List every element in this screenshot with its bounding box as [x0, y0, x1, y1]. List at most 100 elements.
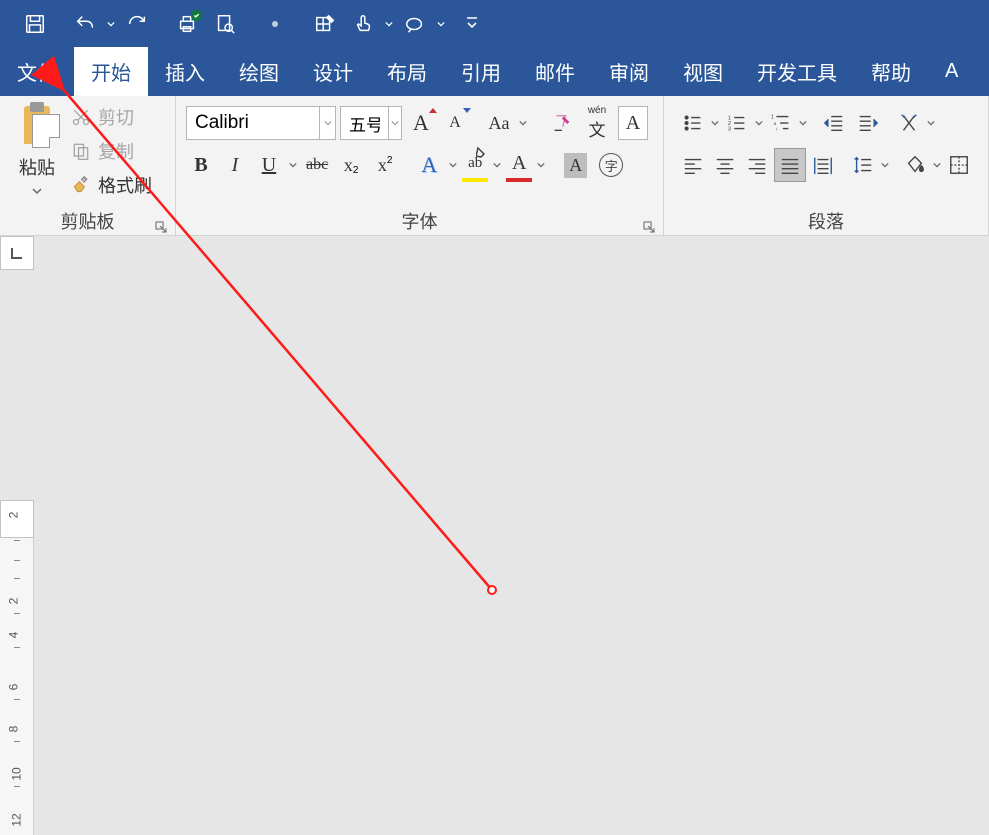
bullets-dropdown[interactable] [710, 119, 720, 127]
line-spacing-dropdown[interactable] [880, 161, 890, 169]
tab-extra[interactable]: A [928, 47, 960, 96]
tab-insert[interactable]: 插入 [148, 47, 222, 96]
paste-label: 粘贴 [19, 154, 55, 180]
scissors-icon [70, 106, 92, 128]
font-color-dropdown[interactable] [536, 161, 546, 169]
font-color-button[interactable]: A [506, 148, 532, 182]
subscript-button[interactable]: x2 [336, 148, 366, 182]
decrease-indent-button[interactable] [818, 106, 850, 140]
draw-table-button[interactable] [308, 7, 342, 41]
strikethrough-button[interactable]: abc [302, 148, 332, 182]
shading-button[interactable] [900, 148, 930, 182]
text-effects-button[interactable]: A [414, 148, 444, 182]
svg-text:i: i [776, 126, 777, 131]
svg-text:1: 1 [771, 114, 774, 120]
line-spacing-button[interactable] [848, 148, 878, 182]
increase-indent-button[interactable] [852, 106, 884, 140]
copy-button[interactable]: 复制 [70, 138, 152, 164]
tab-file[interactable]: 文件 [0, 47, 74, 96]
shrink-font-button[interactable]: A [440, 106, 470, 140]
distributed-button[interactable] [808, 148, 838, 182]
asian-layout-button[interactable] [894, 106, 924, 140]
ribbon: 粘贴 剪切 复制 格式刷 剪贴板 [0, 96, 989, 236]
align-center-button[interactable] [710, 148, 740, 182]
tab-draw[interactable]: 绘图 [222, 47, 296, 96]
format-painter-button[interactable]: 格式刷 [70, 172, 152, 198]
clipboard-launcher[interactable] [155, 217, 169, 231]
quick-print-button[interactable] [170, 7, 204, 41]
group-font-label: 字体 [402, 208, 438, 234]
ribbon-tabs: 文件 开始 插入 绘图 设计 布局 引用 邮件 审阅 视图 开发工具 帮助 A [0, 47, 989, 96]
tab-layout[interactable]: 布局 [370, 47, 444, 96]
font-name-combo[interactable] [186, 106, 336, 140]
tab-design[interactable]: 设计 [296, 47, 370, 96]
phonetic-guide-button[interactable]: wén 文 [580, 106, 614, 140]
multilevel-dropdown[interactable] [798, 119, 808, 127]
touch-mode-dropdown[interactable] [384, 20, 394, 28]
group-paragraph: 123 1ai [664, 96, 989, 235]
paste-icon [18, 106, 56, 148]
paste-dropdown[interactable] [32, 182, 42, 200]
shading-dropdown[interactable] [932, 161, 942, 169]
undo-button[interactable] [68, 7, 102, 41]
underline-dropdown[interactable] [288, 161, 298, 169]
font-name-dropdown[interactable] [319, 107, 335, 139]
save-button[interactable] [18, 7, 52, 41]
bullets-button[interactable] [678, 106, 708, 140]
font-size-dropdown[interactable] [388, 107, 401, 139]
font-name-input[interactable] [187, 112, 319, 134]
numbering-dropdown[interactable] [754, 119, 764, 127]
tab-references[interactable]: 引用 [444, 47, 518, 96]
customize-qat-button[interactable] [462, 7, 482, 41]
align-left-button[interactable] [678, 148, 708, 182]
svg-text:a: a [774, 121, 777, 126]
svg-text:3: 3 [728, 126, 731, 132]
change-case-button[interactable]: Aa [484, 106, 514, 140]
paste-button[interactable]: 粘贴 [6, 102, 68, 207]
shape-button[interactable] [398, 7, 432, 41]
asian-layout-dropdown[interactable] [926, 119, 936, 127]
tab-mailings[interactable]: 邮件 [518, 47, 592, 96]
font-size-combo[interactable] [340, 106, 402, 140]
superscript-button[interactable]: x2 [370, 148, 400, 182]
character-shading-button[interactable]: A [560, 148, 591, 182]
group-font: A A Aa wén 文 A B I U [176, 96, 664, 235]
font-size-input[interactable] [341, 113, 388, 133]
numbering-button[interactable]: 123 [722, 106, 752, 140]
align-right-button[interactable] [742, 148, 772, 182]
font-launcher[interactable] [643, 217, 657, 231]
shape-dropdown[interactable] [436, 20, 446, 28]
undo-dropdown[interactable] [106, 20, 116, 28]
borders-button[interactable] [944, 148, 974, 182]
multilevel-list-button[interactable]: 1ai [766, 106, 796, 140]
italic-button[interactable]: I [220, 148, 250, 182]
clear-formatting-button[interactable] [546, 106, 576, 140]
ruler-corner[interactable] [0, 236, 34, 270]
group-clipboard-label: 剪贴板 [61, 208, 115, 234]
align-justify-button[interactable] [774, 148, 806, 182]
format-painter-label: 格式刷 [98, 172, 152, 198]
character-border-button[interactable]: A [618, 106, 648, 140]
touch-mode-button[interactable] [346, 7, 380, 41]
check-badge-icon [191, 10, 202, 21]
highlight-button[interactable]: ab [462, 148, 488, 182]
bold-button[interactable]: B [186, 148, 216, 182]
highlight-dropdown[interactable] [492, 161, 502, 169]
text-effects-dropdown[interactable] [448, 161, 458, 169]
cut-button[interactable]: 剪切 [70, 104, 152, 130]
document-canvas[interactable] [0, 236, 989, 835]
print-preview-button[interactable] [208, 7, 242, 41]
enclose-icon: 字 [599, 153, 623, 177]
vertical-ruler[interactable]: 2 2 4 6 8 10 12 [0, 500, 34, 835]
underline-button[interactable]: U [254, 148, 284, 182]
tab-help[interactable]: 帮助 [854, 47, 928, 96]
tab-view[interactable]: 视图 [666, 47, 740, 96]
group-paragraph-label: 段落 [808, 208, 844, 234]
change-case-dropdown[interactable] [518, 119, 528, 127]
grow-font-button[interactable]: A [406, 106, 436, 140]
tab-developer[interactable]: 开发工具 [740, 47, 854, 96]
redo-button[interactable] [120, 7, 154, 41]
tab-review[interactable]: 审阅 [592, 47, 666, 96]
tab-home[interactable]: 开始 [74, 47, 148, 96]
enclose-characters-button[interactable]: 字 [595, 148, 627, 182]
